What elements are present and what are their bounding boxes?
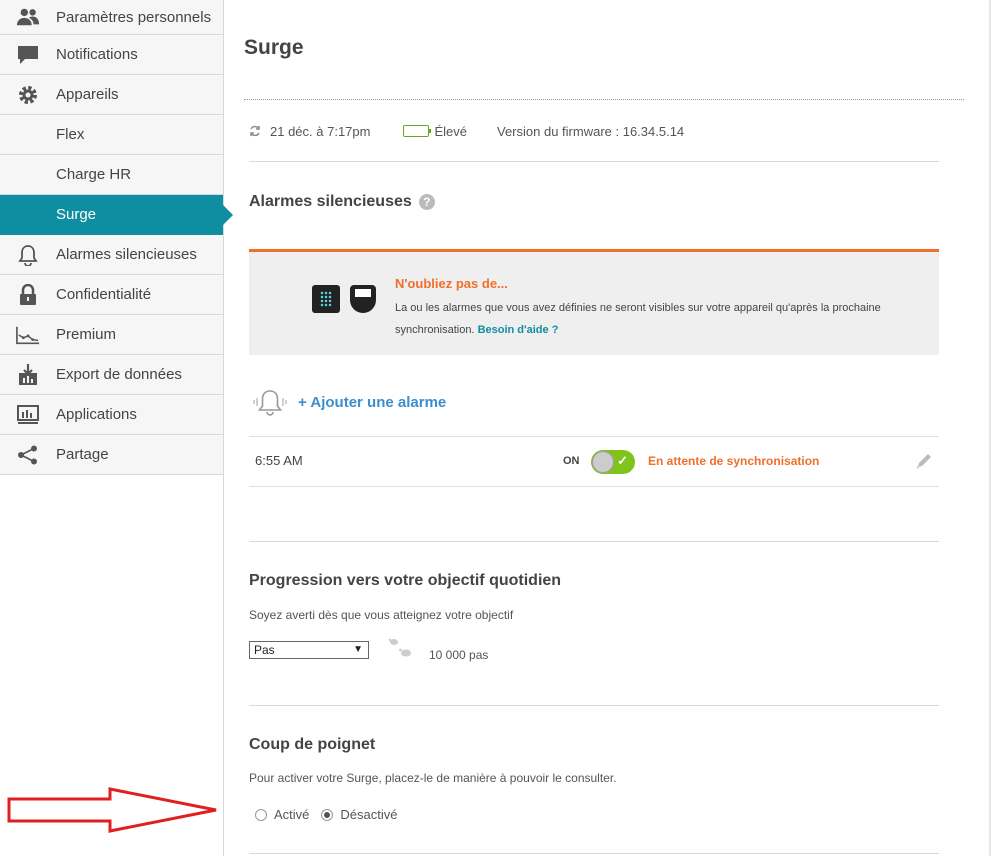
sidebar-nav: Paramètres personnels Notifications Appa… — [0, 0, 223, 475]
sidebar-item-silent-alarms[interactable]: Alarmes silencieuses — [0, 235, 223, 275]
notice-text: La ou les alarmes que vous avez définies… — [395, 297, 915, 341]
goal-type-select[interactable]: Pas ▼ — [249, 641, 369, 659]
monitor-icon — [16, 404, 40, 426]
sidebar-item-label: Partage — [56, 446, 109, 463]
goal-type-selected: Pas — [254, 643, 275, 657]
check-icon: ✓ — [617, 453, 628, 468]
lock-icon — [16, 283, 40, 306]
annotation-arrow-icon — [7, 787, 217, 833]
alarm-time: 6:55 AM — [255, 453, 303, 468]
sidebar-item-personal-settings[interactable]: Paramètres personnels — [0, 0, 223, 35]
speech-bubble-icon — [16, 44, 40, 66]
toggle-knob — [592, 451, 614, 473]
sidebar-item-sharing[interactable]: Partage — [0, 435, 223, 475]
dotted-divider — [244, 99, 964, 100]
divider — [249, 541, 939, 542]
device-status-row: 21 déc. à 7:17pm Élevé Version du firmwa… — [249, 122, 939, 140]
goal-value: 10 000 pas — [429, 648, 489, 662]
sidebar-item-label: Applications — [56, 406, 137, 423]
sidebar-item-privacy[interactable]: Confidentialité — [0, 275, 223, 315]
share-icon — [16, 444, 40, 466]
sidebar-item-notifications[interactable]: Notifications — [0, 35, 223, 75]
edit-pencil-icon[interactable] — [915, 452, 933, 470]
wrist-radio-group: Activé Désactivé — [255, 807, 397, 822]
alarm-bell-icon — [253, 386, 287, 418]
sidebar: Paramètres personnels Notifications Appa… — [0, 0, 224, 856]
gear-icon — [16, 84, 40, 106]
divider — [249, 161, 939, 162]
goal-section-title: Progression vers votre objectif quotidie… — [249, 572, 562, 589]
alarm-sync-status: En attente de synchronisation — [648, 454, 820, 468]
divider — [249, 853, 939, 854]
add-alarm-button[interactable]: + Ajouter une alarme — [253, 386, 446, 418]
sidebar-item-label: Appareils — [56, 86, 119, 103]
add-alarm-label: + Ajouter une alarme — [298, 393, 447, 411]
dongle-device-icon — [350, 285, 376, 313]
alarms-title-text: Alarmes silencieuses — [249, 193, 412, 210]
alarm-row: 6:55 AM ON ✓ En attente de synchronisati… — [249, 436, 939, 487]
device-illustration — [312, 285, 376, 313]
divider — [249, 705, 939, 706]
page-title: Surge — [244, 36, 304, 59]
sidebar-item-label: Export de données — [56, 366, 182, 383]
users-icon — [16, 6, 40, 28]
sidebar-item-surge[interactable]: Surge — [0, 195, 223, 235]
help-icon[interactable]: ? — [418, 193, 435, 210]
sidebar-item-premium[interactable]: Premium — [0, 315, 223, 355]
radio-enabled[interactable] — [255, 808, 267, 821]
tracker-device-icon — [312, 285, 340, 313]
sidebar-item-label: Confidentialité — [56, 286, 152, 303]
line-chart-icon — [16, 324, 40, 346]
sync-reminder-notice: N'oubliez pas de... La ou les alarmes qu… — [249, 249, 939, 355]
sidebar-item-charge-hr[interactable]: Charge HR — [0, 155, 223, 195]
firmware-version: Version du firmware : 16.34.5.14 — [497, 123, 685, 139]
sidebar-item-label: Paramètres personnels — [56, 8, 212, 26]
sidebar-item-label: Surge — [56, 206, 97, 223]
alarms-section-title: Alarmes silencieuses? — [249, 193, 435, 211]
sidebar-item-label: Charge HR — [56, 166, 132, 183]
last-sync-time: 21 déc. à 7:17pm — [270, 123, 371, 139]
dropdown-arrow-icon: ▼ — [353, 644, 363, 655]
download-icon — [16, 363, 40, 386]
sync-icon — [249, 125, 261, 137]
notice-body: La ou les alarmes que vous avez définies… — [395, 302, 881, 336]
help-link[interactable]: Besoin d'aide ? — [478, 324, 559, 336]
goal-description: Soyez averti dès que vous atteignez votr… — [249, 608, 514, 622]
radio-enabled-label: Activé — [274, 807, 310, 822]
wrist-description: Pour activer votre Surge, placez-le de m… — [249, 771, 617, 785]
alarm-toggle[interactable]: ✓ — [591, 450, 635, 474]
radio-disabled-label: Désactivé — [340, 807, 398, 822]
sidebar-item-label: Alarmes silencieuses — [56, 246, 197, 263]
wrist-section-title: Coup de poignet — [249, 736, 376, 753]
sidebar-item-label: Flex — [56, 126, 85, 143]
sidebar-item-flex[interactable]: Flex — [0, 115, 223, 155]
bell-icon — [16, 244, 40, 266]
battery-icon — [403, 125, 432, 137]
battery-level: Élevé — [434, 123, 467, 139]
notice-title: N'oubliez pas de... — [395, 276, 508, 291]
sidebar-item-label: Premium — [56, 326, 117, 343]
sidebar-item-devices[interactable]: Appareils — [0, 75, 223, 115]
sidebar-item-data-export[interactable]: Export de données — [0, 355, 223, 395]
radio-disabled[interactable] — [321, 808, 334, 821]
footsteps-icon — [388, 637, 418, 659]
alarm-state-label: ON — [563, 455, 580, 467]
sidebar-item-applications[interactable]: Applications — [0, 395, 223, 435]
main-content: Surge 21 déc. à 7:17pm Élevé Version du … — [225, 0, 991, 856]
sidebar-item-label: Notifications — [56, 46, 138, 63]
